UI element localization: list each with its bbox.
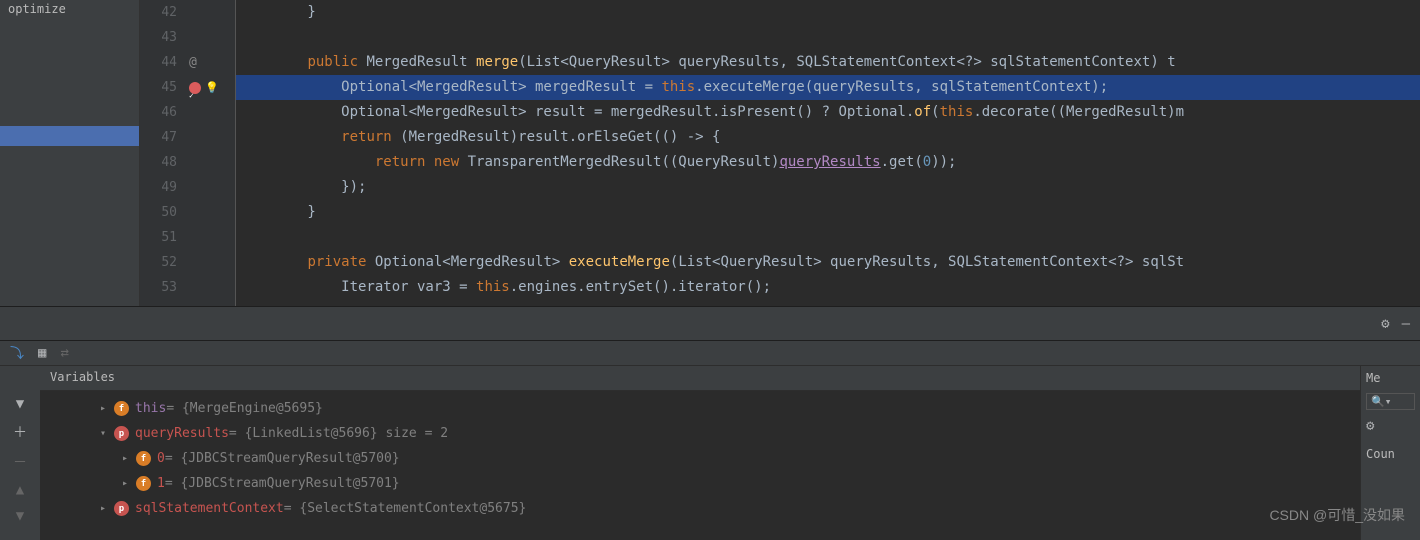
code-content[interactable]: } public MergedResult merge(List<QueryRe… xyxy=(236,0,1420,306)
debug-toolbar: ⤵ ▦ ⇄ xyxy=(0,341,1420,366)
gutter-row[interactable] xyxy=(185,175,235,200)
side-panel-item[interactable]: optimize xyxy=(0,0,139,18)
right-gear-icon[interactable]: ⚙ xyxy=(1366,418,1415,434)
expand-icon[interactable]: ▸ xyxy=(100,503,114,514)
breakpoint-icon[interactable]: ✓ xyxy=(189,82,201,94)
tree-row[interactable]: ▸fthis = {MergeEngine@5695} xyxy=(40,396,1360,421)
up-icon[interactable]: ▲ xyxy=(16,482,24,498)
line-number: 52 xyxy=(140,250,177,275)
var-badge-icon: f xyxy=(136,476,151,491)
tree-row[interactable]: ▾p queryResults = {LinkedList@5696} size … xyxy=(40,421,1360,446)
gutter-row[interactable] xyxy=(185,25,235,50)
remove-icon[interactable]: － xyxy=(13,452,27,472)
expand-icon[interactable]: ▸ xyxy=(122,478,136,489)
debug-left-toolbar: ▼ ＋ － ▲ ▼ xyxy=(0,366,40,540)
filter-icon[interactable]: ▼ xyxy=(16,396,24,412)
bulb-icon[interactable]: 💡 xyxy=(205,75,219,100)
search-icon[interactable]: 🔍▾ xyxy=(1366,393,1415,410)
var-badge-icon: f xyxy=(136,451,151,466)
add-icon[interactable]: ＋ xyxy=(13,422,27,442)
line-number: 51 xyxy=(140,225,177,250)
line-number: 44 xyxy=(140,50,177,75)
code-line[interactable]: private Optional<MergedResult> executeMe… xyxy=(236,250,1420,275)
side-panel-highlight xyxy=(0,126,139,146)
var-value: = {MergeEngine@5695} xyxy=(166,401,323,416)
line-number: 49 xyxy=(140,175,177,200)
gutter-row[interactable] xyxy=(185,100,235,125)
line-number: 45 xyxy=(140,75,177,100)
line-number: 43 xyxy=(140,25,177,50)
gutter-row[interactable] xyxy=(185,150,235,175)
var-value: = {LinkedList@5696} size = 2 xyxy=(229,426,448,441)
var-value: = {JDBCStreamQueryResult@5700} xyxy=(165,451,400,466)
var-name: 1 xyxy=(157,476,165,491)
minimize-icon[interactable]: — xyxy=(1402,316,1410,332)
code-line[interactable]: Optional<MergedResult> result = mergedRe… xyxy=(236,100,1420,125)
code-line[interactable]: } xyxy=(236,0,1420,25)
coun-label: Coun xyxy=(1366,447,1415,461)
code-line[interactable]: return (MergedResult)result.orElseGet(()… xyxy=(236,125,1420,150)
code-line[interactable]: }); xyxy=(236,175,1420,200)
line-numbers: 424344454647484950515253 xyxy=(140,0,185,306)
tree-row[interactable]: ▸f1 = {JDBCStreamQueryResult@5701} xyxy=(40,471,1360,496)
editor-toolbar: ⚙ — xyxy=(0,306,1420,341)
var-badge-icon: p xyxy=(114,501,129,516)
tree-row[interactable]: ▸f0 = {JDBCStreamQueryResult@5700} xyxy=(40,446,1360,471)
code-line[interactable]: Optional<MergedResult> mergedResult = th… xyxy=(236,75,1420,100)
code-line[interactable] xyxy=(236,225,1420,250)
variables-tree[interactable]: ▸fthis = {MergeEngine@5695}▾pqueryResult… xyxy=(40,391,1360,526)
var-value: = {JDBCStreamQueryResult@5701} xyxy=(165,476,400,491)
line-number: 47 xyxy=(140,125,177,150)
var-name: queryResults xyxy=(135,426,229,441)
equals-icon[interactable]: ⇄ xyxy=(60,345,68,361)
var-name: 0 xyxy=(157,451,165,466)
code-editor[interactable]: 424344454647484950515253 @✓💡 } public Me… xyxy=(140,0,1420,306)
line-number: 42 xyxy=(140,0,177,25)
gutter-row[interactable] xyxy=(185,200,235,225)
expand-icon[interactable]: ▸ xyxy=(100,403,114,414)
var-name: this xyxy=(135,401,166,416)
line-number: 48 xyxy=(140,150,177,175)
side-panel: optimize xyxy=(0,0,140,306)
down-icon[interactable]: ▼ xyxy=(16,508,24,524)
line-number: 53 xyxy=(140,275,177,300)
expand-icon[interactable]: ▾ xyxy=(100,428,114,439)
code-line[interactable]: Iterator var3 = this.engines.entrySet().… xyxy=(236,275,1420,300)
right-label: Me xyxy=(1366,371,1415,385)
gear-icon[interactable]: ⚙ xyxy=(1381,316,1389,332)
gutter-row[interactable] xyxy=(185,250,235,275)
watermark: CSDN @可惜_没如果 xyxy=(1269,505,1405,525)
variables-header: Variables xyxy=(40,366,1360,391)
override-icon[interactable]: @ xyxy=(189,50,197,75)
gutter-row[interactable]: @ xyxy=(185,50,235,75)
gutter-icons[interactable]: @✓💡 xyxy=(185,0,235,306)
gutter-row[interactable]: ✓💡 xyxy=(185,75,235,100)
expand-icon[interactable]: ▸ xyxy=(122,453,136,464)
gutter-row[interactable] xyxy=(185,275,235,300)
var-value: = {SelectStatementContext@5675} xyxy=(284,501,527,516)
code-line[interactable]: return new TransparentMergedResult((Quer… xyxy=(236,150,1420,175)
table-icon[interactable]: ▦ xyxy=(38,345,46,361)
gutter-row[interactable] xyxy=(185,125,235,150)
line-number: 46 xyxy=(140,100,177,125)
var-badge-icon: p xyxy=(114,426,129,441)
code-line[interactable]: public MergedResult merge(List<QueryResu… xyxy=(236,50,1420,75)
gutter-row[interactable] xyxy=(185,225,235,250)
step-into-icon[interactable]: ⤵ xyxy=(10,343,24,363)
variables-panel: Variables ▸fthis = {MergeEngine@5695}▾pq… xyxy=(40,366,1360,540)
var-name: sqlStatementContext xyxy=(135,501,284,516)
code-line[interactable]: } xyxy=(236,200,1420,225)
tree-row[interactable]: ▸p sqlStatementContext = {SelectStatement… xyxy=(40,496,1360,521)
code-line[interactable] xyxy=(236,25,1420,50)
line-number: 50 xyxy=(140,200,177,225)
var-badge-icon: f xyxy=(114,401,129,416)
gutter-row[interactable] xyxy=(185,0,235,25)
